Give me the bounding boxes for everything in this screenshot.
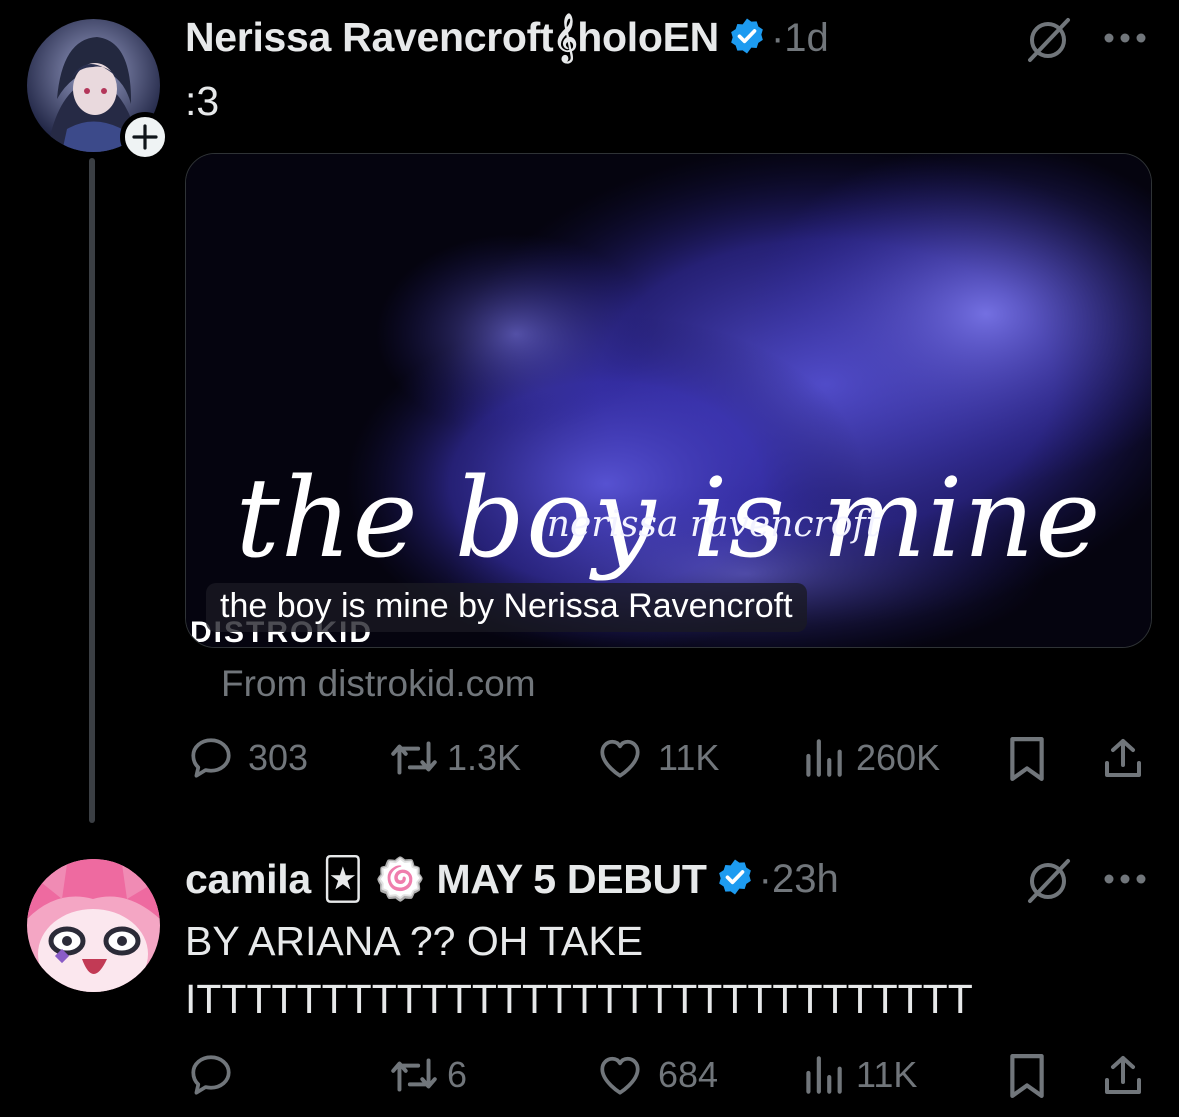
repost-icon	[391, 741, 437, 775]
reply-icon	[191, 738, 231, 778]
follow-plus-button[interactable]	[120, 112, 170, 162]
like-count: 11K	[658, 737, 720, 778]
author-name[interactable]: camila 🃏 🍥 MAY 5 DEBUT	[185, 855, 707, 904]
time-separator: ·	[770, 15, 785, 60]
heart-icon	[600, 1056, 640, 1095]
card-caption: the boy is mine by Nerissa Ravencroft	[206, 583, 807, 632]
post-text: :3	[185, 78, 220, 124]
more-options-button[interactable]	[1102, 31, 1148, 50]
views-count: 11K	[856, 1054, 918, 1095]
post-header: camila 🃏 🍥 MAY 5 DEBUT · 23h	[185, 855, 839, 904]
repost-count: 6	[447, 1054, 468, 1095]
grok-icon	[1028, 859, 1070, 903]
card-domain[interactable]: From distrokid.com	[221, 663, 536, 705]
card-subtitle: nerissa ravencroft	[546, 504, 881, 545]
bookmark-icon	[1010, 1054, 1044, 1098]
like-count: 684	[658, 1054, 719, 1095]
heart-icon	[600, 739, 640, 778]
views-count: 260K	[856, 737, 941, 778]
share-icon	[1105, 1056, 1141, 1094]
analytics-icon	[806, 1056, 842, 1094]
repost-button[interactable]: 6	[387, 1050, 467, 1100]
reply-button[interactable]	[186, 1050, 248, 1100]
avatar[interactable]	[27, 859, 160, 992]
reply-button[interactable]: 303	[186, 733, 308, 783]
more-icon	[1104, 33, 1146, 43]
post-text-line-1: BY ARIANA ?? OH TAKE	[185, 918, 644, 964]
grok-button[interactable]	[1022, 14, 1074, 71]
bookmark-icon	[1010, 737, 1044, 781]
more-options-button[interactable]	[1102, 872, 1148, 891]
reply-count: 303	[248, 737, 309, 778]
more-icon	[1104, 874, 1146, 884]
share-icon	[1105, 739, 1141, 777]
like-button[interactable]: 684	[594, 1050, 718, 1100]
repost-count: 1.3K	[447, 737, 522, 778]
author-name[interactable]: Nerissa Ravencroft𝄞holoEN	[185, 14, 719, 62]
bookmark-button[interactable]	[1004, 733, 1050, 785]
repost-button[interactable]: 1.3K	[387, 733, 521, 783]
repost-icon	[391, 1058, 437, 1092]
thread-connector	[89, 158, 95, 823]
post-time[interactable]: 23h	[772, 857, 839, 902]
grok-icon	[1028, 18, 1070, 62]
post-header: Nerissa Ravencroft𝄞holoEN · 1d	[185, 14, 829, 62]
link-card[interactable]: the boy is mine nerissa ravencroft DISTR…	[185, 153, 1152, 648]
grok-button[interactable]	[1022, 855, 1074, 912]
plus-icon	[132, 124, 158, 150]
verified-badge-icon	[715, 857, 755, 902]
like-button[interactable]: 11K	[594, 733, 719, 783]
analytics-icon	[806, 739, 842, 777]
time-separator: ·	[758, 857, 772, 901]
post-time[interactable]: 1d	[784, 16, 829, 61]
views-button[interactable]: 260K	[802, 733, 940, 783]
bookmark-button[interactable]	[1004, 1050, 1050, 1102]
share-button[interactable]	[1099, 733, 1147, 785]
reply-icon	[191, 1055, 231, 1095]
post-text-line-2: ITTTTTTTTTTTTTTTTTTTTTTTTTTTTTTT	[185, 976, 973, 1022]
share-button[interactable]	[1099, 1050, 1147, 1102]
views-button[interactable]: 11K	[802, 1050, 917, 1100]
verified-badge-icon	[727, 16, 767, 61]
